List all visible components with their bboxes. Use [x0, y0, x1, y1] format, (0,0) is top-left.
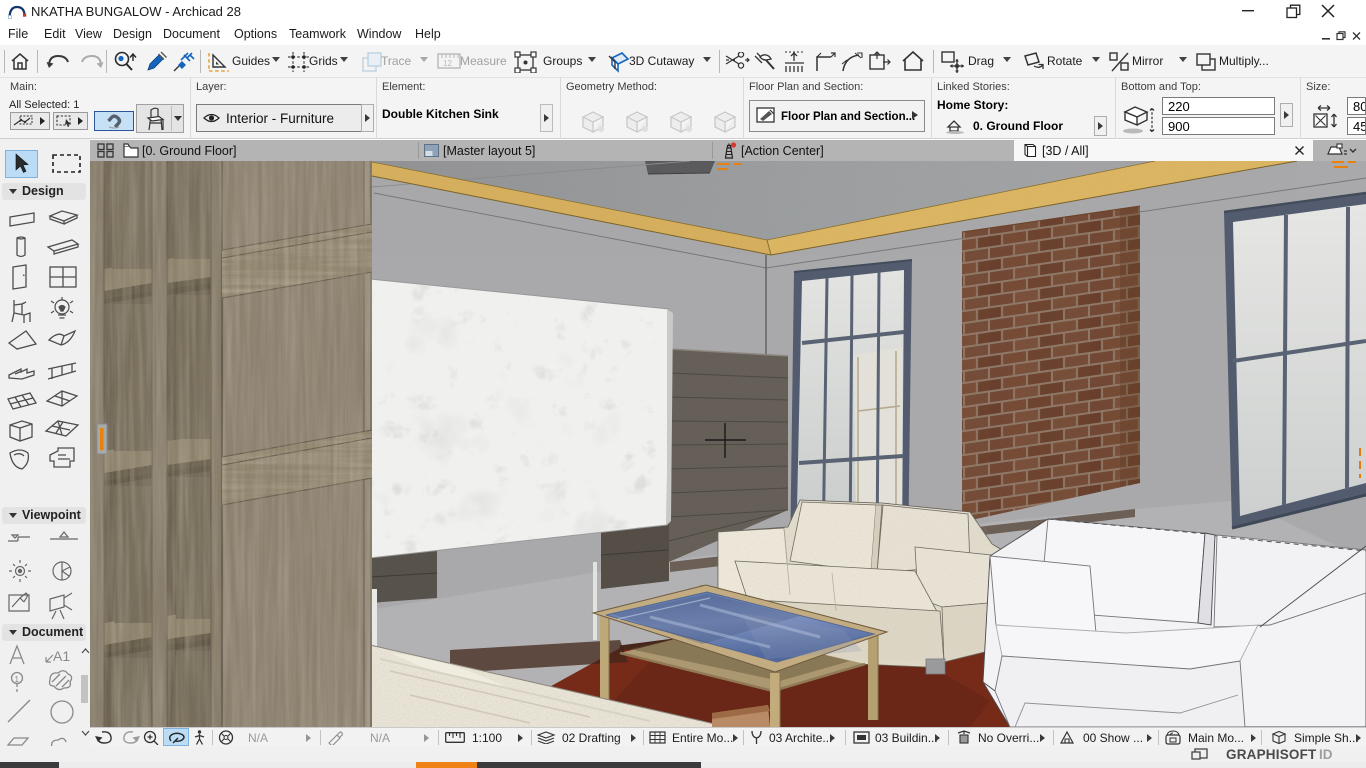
- svg-text:1: 1: [15, 675, 20, 684]
- svg-text:A1: A1: [53, 648, 70, 664]
- svg-text:12: 12: [443, 59, 452, 68]
